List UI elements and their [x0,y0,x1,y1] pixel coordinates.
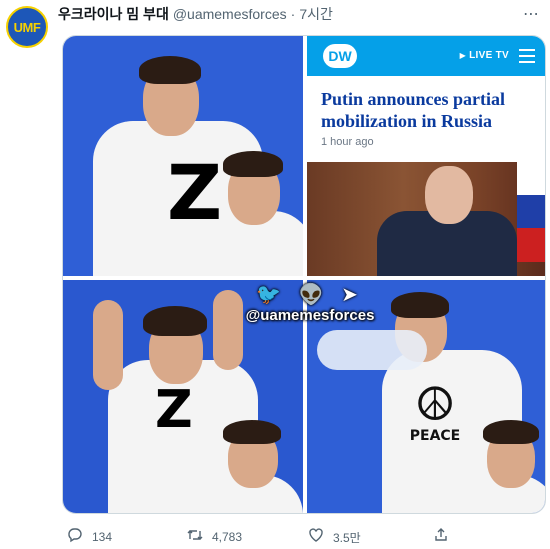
figure-hair [223,420,281,444]
retweet-button[interactable]: 4,783 [186,527,242,547]
figure-arm [93,300,123,390]
timestamp[interactable]: 7시간 [299,4,333,24]
share-button[interactable] [432,527,458,547]
dw-header-bar: DW ▶ LIVE TV [307,36,545,76]
flag-icon [517,162,545,262]
more-options-icon[interactable]: ⋯ [523,4,540,24]
z-mark: Z [155,380,193,440]
tweet-media-image[interactable]: Z DW ▶ LIVE TV Putin announces partial mo… [62,35,546,514]
like-count: 3.5만 [333,530,361,545]
watermark-handle: @uamemesforces [245,307,375,324]
display-name[interactable]: 우크라이나 밈 부대 [58,4,169,24]
heart-icon [307,527,325,547]
news-age: 1 hour ago [321,136,374,148]
news-headline: Putin announces partial mobilization in … [321,89,506,131]
figure-hair [223,151,283,177]
tweet-header: 우크라이나 밈 부대 @uamemesforces · 7시간 ⋯ [58,4,542,24]
play-icon: ▶ [459,51,467,60]
retweet-icon [186,527,204,547]
figure-arm-blur [317,330,427,370]
hamburger-menu-icon [519,49,535,63]
peace-label: PEACE [409,428,461,444]
meme-watermark: 🐦 👽 ➤ @uamemesforces [235,282,385,324]
figure-hair [143,306,207,336]
retweet-count: 4,783 [212,530,243,544]
tweet-actions: 134 4,783 3.5만 [62,526,546,548]
user-handle[interactable]: @uamemesforces [173,6,287,22]
live-tv-label: LIVE TV [469,50,509,61]
figure-hair [391,292,449,318]
avatar-text: UMF [13,19,41,35]
live-tv-link: ▶ LIVE TV [460,50,509,61]
reply-button[interactable]: 134 [66,527,112,547]
peace-mark: ☮ PEACE [403,380,467,444]
peace-symbol-icon: ☮ [414,378,456,430]
meme-panel-1: Z [63,36,303,276]
dw-logo: DW [323,44,357,68]
avatar[interactable]: UMF [6,6,48,48]
like-button[interactable]: 3.5만 [307,527,361,547]
figure-hair [483,420,539,444]
figure-hair [139,56,201,84]
reply-count: 134 [92,530,113,544]
speech-bubble-icon [66,527,84,547]
social-icons: 🐦 👽 ➤ [256,284,364,306]
share-icon [432,527,450,547]
figure-head [425,166,473,224]
meme-panel-2: DW ▶ LIVE TV Putin announces partial mobi… [307,36,545,276]
separator-dot: · [290,6,296,22]
z-mark: Z [167,148,223,237]
